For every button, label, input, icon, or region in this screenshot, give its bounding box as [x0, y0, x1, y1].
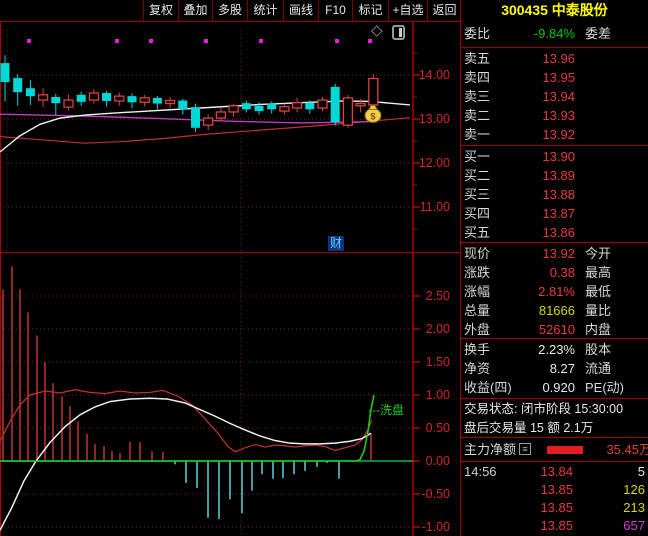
- bid-row-1[interactable]: 买一 13.90: [461, 147, 648, 166]
- tick-row[interactable]: 13.85 126: [461, 481, 648, 498]
- kline-chart[interactable]: 14.00 13.00 12.00 11.00 $: [0, 22, 460, 253]
- ask-row-3[interactable]: 卖三 13.94: [461, 87, 648, 106]
- indicator-chart[interactable]: 2.50 2.00 1.50 1.00 0.50 0.00 -0.50 -1.00: [0, 253, 460, 536]
- bid-price: 13.88: [542, 187, 575, 202]
- toolbar-button-duogu[interactable]: 多股: [212, 0, 247, 21]
- bid-price: 13.87: [542, 206, 575, 221]
- finance-badge[interactable]: 财: [328, 236, 344, 251]
- ask-price: 13.92: [542, 127, 575, 142]
- money-bag-icon: $: [364, 104, 382, 123]
- stock-title: 300435 中泰股份: [501, 2, 608, 18]
- quote-row-pct: 涨幅 2.81% 最低: [464, 284, 612, 299]
- quote-row-turnover: 换手 2.23% 股本: [464, 342, 612, 357]
- toolbar-button-huaxian[interactable]: 画线: [283, 0, 318, 21]
- ask-row-5[interactable]: 卖五 13.96: [461, 49, 648, 68]
- tick-row[interactable]: 13.85 213: [461, 499, 648, 516]
- svg-text:12.00: 12.00: [419, 156, 450, 170]
- ask-price: 13.96: [542, 51, 575, 66]
- svg-text:2.50: 2.50: [426, 289, 450, 303]
- toolbar-button-zixuan[interactable]: +自选: [388, 0, 427, 21]
- ask-price: 13.94: [542, 89, 575, 104]
- svg-text:-0.50: -0.50: [422, 487, 451, 501]
- main-net-row[interactable]: 主力净额 ≡ 35.45万: [461, 440, 648, 459]
- toolbar-button-diejia[interactable]: 叠加: [178, 0, 212, 21]
- quote-panel: 300435 中泰股份 委比 -9.84% 委差 卖五 13.96 卖四 13.95…: [461, 0, 648, 536]
- main-net-bar: [547, 446, 583, 454]
- ask-row-2[interactable]: 卖二 13.93: [461, 106, 648, 125]
- svg-text:2.00: 2.00: [426, 322, 450, 336]
- quote-row-change: 涨跌 0.38 最高: [464, 265, 612, 280]
- quote-row-eps: 收益(四) 0.920 PE(动): [464, 380, 625, 395]
- svg-text:14.00: 14.00: [419, 68, 450, 82]
- weibi-label: 委比: [464, 26, 491, 41]
- quote-row-volume: 总量 81666 量比: [464, 303, 612, 318]
- afterhours-volume: 盘后交易量 15 额 2.1万: [464, 421, 594, 435]
- toolbar-button-tongji[interactable]: 统计: [247, 0, 283, 21]
- tick-row[interactable]: 13.85 657: [461, 517, 648, 534]
- weicha-label: 委差: [585, 26, 612, 41]
- svg-text:$: $: [370, 111, 375, 121]
- svg-text:11.00: 11.00: [420, 200, 450, 214]
- quote-row-outer: 外盘 52610 内盘: [464, 322, 612, 337]
- xipan-annotation: ---洗盘: [368, 403, 404, 417]
- quote-row-price: 现价 13.92 今开: [464, 246, 612, 261]
- trade-status: 交易状态: 闭市阶段 15:30:00: [464, 402, 624, 416]
- bid-row-4[interactable]: 买四 13.87: [461, 204, 648, 223]
- main-net-value: 35.45万: [606, 442, 648, 457]
- weibi-value: -9.84%: [533, 26, 575, 41]
- svg-text:-1.00: -1.00: [422, 520, 451, 534]
- bid-row-2[interactable]: 买二 13.89: [461, 166, 648, 185]
- tick-row[interactable]: 14:56 13.84 5: [461, 463, 648, 480]
- toolbar-button-fuquan[interactable]: 复权: [143, 0, 178, 21]
- weibi-row: 委比 -9.84% 委差: [461, 24, 648, 43]
- svg-text:0.50: 0.50: [426, 421, 450, 435]
- bid-price: 13.86: [542, 225, 575, 240]
- toolbar-button-biaoji[interactable]: 标记: [352, 0, 388, 21]
- bid-price: 13.90: [542, 149, 575, 164]
- svg-text:13.00: 13.00: [419, 112, 450, 126]
- ask-price: 13.93: [542, 108, 575, 123]
- bid-row-3[interactable]: 买三 13.88: [461, 185, 648, 204]
- bid-row-5[interactable]: 买五 13.86: [461, 223, 648, 242]
- svg-text:1.00: 1.00: [426, 388, 450, 402]
- detail-list-icon[interactable]: ≡: [519, 443, 531, 455]
- quote-row-nav: 净资 8.27 流通: [464, 361, 612, 376]
- main-net-label: 主力净额: [464, 442, 517, 457]
- trading-terminal: 复权 叠加 多股 统计 画线 F10 标记 +自选 返回 ◇ 14.00 13.0…: [0, 0, 648, 536]
- toolbar-button-fanhui[interactable]: 返回: [427, 0, 462, 21]
- svg-text:0.00: 0.00: [426, 454, 450, 468]
- ask-price: 13.95: [542, 70, 575, 85]
- toolbar-button-f10[interactable]: F10: [318, 0, 352, 21]
- svg-text:1.50: 1.50: [426, 355, 450, 369]
- bid-price: 13.89: [542, 168, 575, 183]
- ask-row-4[interactable]: 卖四 13.95: [461, 68, 648, 87]
- ask-row-1[interactable]: 卖一 13.92: [461, 125, 648, 144]
